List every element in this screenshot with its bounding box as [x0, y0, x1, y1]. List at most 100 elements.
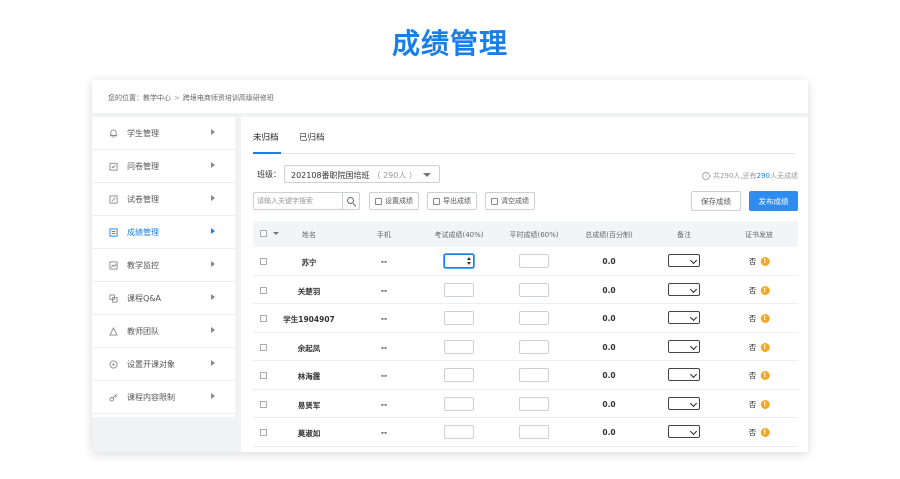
target-icon — [108, 359, 118, 369]
sidebar-item-label: 学生管理 — [127, 128, 159, 138]
sidebar-item-label: 成绩管理 — [127, 227, 159, 237]
sidebar-item-content-limits[interactable]: 课程内容限制 — [92, 381, 235, 414]
exam-score-input[interactable] — [444, 254, 474, 268]
chevron-right-icon — [211, 261, 215, 267]
student-phone: -- — [380, 371, 388, 380]
remark-select[interactable] — [668, 282, 700, 296]
exam-score-input[interactable] — [444, 425, 474, 439]
student-phone: -- — [380, 342, 388, 352]
remark-select[interactable] — [668, 396, 700, 410]
sidebar-item-course-audience[interactable]: 设置开课对象 — [92, 348, 235, 381]
clear-icon — [491, 197, 498, 205]
remark-select[interactable] — [668, 368, 700, 381]
sidebar-item-label: 课程Q&A — [127, 293, 162, 303]
team-icon — [108, 326, 118, 336]
exam-score-input[interactable] — [444, 368, 474, 382]
settings-icon — [375, 197, 382, 205]
remark-select[interactable] — [668, 425, 700, 438]
caret-down-icon[interactable] — [273, 232, 279, 235]
sidebar-item-teachers[interactable]: 教师团队 — [92, 315, 235, 348]
breadcrumb-prefix: 您的位置： — [108, 94, 143, 102]
warning-icon[interactable]: ! — [760, 314, 770, 323]
export-icon — [433, 197, 440, 205]
tab-archived[interactable]: 已归档 — [299, 131, 325, 143]
breadcrumb: 您的位置：教学中心 > 跨境电商师资培训高级研修班 — [92, 80, 808, 113]
total-score: 0.0 — [602, 342, 616, 352]
chevron-right-icon — [211, 393, 215, 399]
remark-select[interactable] — [668, 339, 700, 353]
exam-score-input[interactable] — [444, 339, 474, 354]
total-score: 0.0 — [602, 257, 616, 266]
warning-icon[interactable]: ! — [760, 428, 770, 437]
total-score: 0.0 — [602, 314, 616, 323]
save-grades-button[interactable]: 保存成绩 — [691, 191, 741, 211]
spinner-icon[interactable] — [467, 257, 471, 265]
sidebar-item-label: 教学监控 — [127, 260, 159, 270]
certificate-status: 否! — [749, 399, 770, 410]
warning-icon[interactable]: ! — [760, 399, 770, 409]
qa-icon — [108, 293, 118, 303]
usual-score-input[interactable] — [519, 339, 549, 354]
bell-icon — [108, 128, 118, 138]
row-checkbox[interactable] — [260, 258, 267, 265]
header-name: 姓名 — [302, 231, 316, 239]
row-checkbox[interactable] — [260, 315, 267, 322]
class-student-count: （ 290人 ） — [372, 171, 417, 180]
breadcrumb-level1[interactable]: 教学中心 — [143, 94, 171, 102]
header-total-score: 总成绩(百分制) — [585, 231, 633, 239]
breadcrumb-level2[interactable]: 跨境电商师资培训高级研修班 — [183, 94, 274, 102]
table-header: 姓名 手机 考试成绩(40%) 平时成绩(60%) 总成绩(百分制) 备注 证书… — [253, 221, 798, 247]
clear-grades-button[interactable]: 清空成绩 — [485, 192, 535, 210]
tab-unarchived[interactable]: 未归档 — [253, 131, 279, 143]
search-icon — [346, 196, 356, 207]
search-button[interactable] — [342, 193, 359, 209]
exam-score-input[interactable] — [444, 396, 474, 411]
summary-suffix: 人无成绩 — [770, 172, 798, 180]
export-grades-button[interactable]: 导出成绩 — [427, 192, 477, 210]
exam-score-input[interactable] — [444, 282, 474, 297]
usual-score-input[interactable] — [519, 368, 549, 382]
remark-select[interactable] — [668, 254, 700, 267]
remark-select[interactable] — [668, 311, 700, 324]
tab-divider — [253, 153, 796, 154]
student-name: 易贤军 — [297, 400, 321, 410]
warning-icon[interactable]: ! — [760, 342, 770, 352]
usual-score-input[interactable] — [519, 425, 549, 439]
certificate-value: 否 — [748, 428, 757, 437]
sidebar-item-students[interactable]: 学生管理 — [92, 117, 235, 150]
row-checkbox[interactable] — [260, 372, 267, 379]
header-remark: 备注 — [677, 231, 691, 239]
header-exam-score: 考试成绩(40%) — [434, 231, 484, 239]
usual-score-input[interactable] — [519, 282, 549, 297]
exam-score-input[interactable] — [444, 311, 474, 325]
row-checkbox[interactable] — [260, 400, 267, 408]
table-row: 余起凤 -- 0.0 否! — [253, 333, 798, 361]
search-input[interactable] — [254, 193, 340, 209]
row-checkbox[interactable] — [260, 343, 267, 351]
usual-score-input[interactable] — [519, 254, 549, 268]
set-grades-button[interactable]: 设置成绩 — [369, 192, 419, 210]
class-select[interactable]: 202108番职院国培班（ 290人 ） — [284, 165, 440, 183]
table-row: 苏宁 -- 0.0 否! — [253, 247, 798, 276]
row-checkbox[interactable] — [260, 429, 267, 436]
sidebar-item-grades[interactable]: 成绩管理 — [92, 216, 235, 249]
summary-count: 290 — [756, 172, 770, 180]
row-checkbox[interactable] — [260, 286, 267, 294]
warning-icon[interactable]: ! — [760, 257, 770, 266]
sidebar-item-surveys[interactable]: 问卷管理 — [92, 150, 235, 183]
student-name: 关楚羽 — [297, 286, 321, 296]
main-content: 未归档 已归档 班级： 202108番职院国培班（ 290人 ） i 共290人… — [241, 117, 808, 452]
chevron-right-icon — [211, 294, 215, 300]
sidebar-item-exam-papers[interactable]: 试卷管理 — [92, 183, 235, 216]
student-name: 莫淑如 — [297, 429, 321, 438]
usual-score-input[interactable] — [519, 311, 549, 325]
publish-grades-button[interactable]: 发布成绩 — [749, 191, 798, 211]
summary-prefix: 共290人,还有 — [713, 172, 757, 180]
usual-score-input[interactable] — [519, 396, 549, 411]
warning-icon[interactable]: ! — [760, 285, 770, 295]
warning-icon[interactable]: ! — [760, 371, 770, 380]
sidebar-item-qa[interactable]: 课程Q&A — [92, 282, 235, 315]
sidebar-item-monitoring[interactable]: 教学监控 — [92, 249, 235, 282]
sidebar-item-label: 课程内容限制 — [127, 392, 175, 402]
select-all-checkbox[interactable] — [260, 230, 267, 237]
